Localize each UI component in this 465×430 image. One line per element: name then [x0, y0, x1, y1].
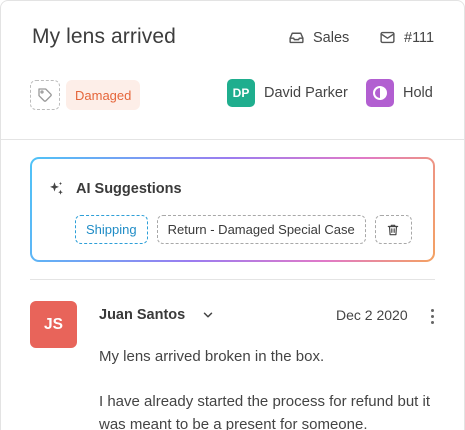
author-avatar: JS	[30, 301, 77, 348]
inbox-icon	[289, 32, 304, 44]
sparkle-icon	[50, 181, 63, 195]
inbox-label: Sales	[313, 29, 350, 46]
chevron-down-icon	[203, 312, 213, 318]
status-selector[interactable]: Hold	[366, 79, 433, 107]
assignee-avatar: DP	[227, 79, 255, 107]
trash-icon	[388, 224, 399, 235]
section-divider	[30, 279, 435, 280]
status-icon-badge	[366, 79, 394, 107]
suggestion-chip-return[interactable]: Return - Damaged Special Case	[156, 215, 366, 244]
author-name: Juan Santos	[99, 307, 186, 323]
message-line: My lens arrived broken in the box.	[99, 348, 325, 365]
ticket-title: My lens arrived	[32, 25, 176, 48]
ticket-header: My lens arrived Sales #111 Damaged DP Da…	[1, 1, 464, 139]
message-body: My lens arrived broken in the box. I hav…	[99, 345, 439, 430]
ticket-properties: Damaged DP David Parker Hold	[30, 79, 434, 110]
dismiss-suggestions-button[interactable]	[374, 215, 412, 244]
assignee-name: David Parker	[264, 85, 348, 101]
ticket-card: My lens arrived Sales #111 Damaged DP Da…	[0, 0, 465, 430]
suggestion-chips: Shipping Return - Damaged Special Case	[75, 215, 412, 244]
ai-suggestions-label: AI Suggestions	[76, 181, 182, 197]
ai-suggestions-title: AI Suggestions	[47, 180, 182, 198]
message-date: Dec 2 2020	[336, 307, 408, 323]
status-label: Hold	[403, 85, 433, 101]
assignee-selector[interactable]: DP David Parker	[227, 79, 348, 107]
header-divider	[1, 139, 464, 140]
ticket-number: #111	[404, 29, 435, 46]
tag-damaged[interactable]: Damaged	[66, 80, 141, 110]
ai-suggestions-panel: AI Suggestions Shipping Return - Damaged…	[30, 157, 435, 262]
suggestion-chip-shipping[interactable]: Shipping	[75, 215, 148, 244]
ticket-number-meta[interactable]: #111	[379, 29, 434, 46]
envelope-icon	[380, 31, 395, 44]
add-tag-button[interactable]	[30, 80, 60, 110]
tag-icon	[38, 88, 52, 102]
inbox-meta[interactable]: Sales	[288, 29, 349, 46]
author-toggle[interactable]: Juan Santos	[99, 307, 215, 323]
message-line: I have already started the process for r…	[99, 393, 431, 430]
half-circle-icon	[373, 86, 387, 100]
more-vertical-icon[interactable]	[426, 305, 438, 327]
